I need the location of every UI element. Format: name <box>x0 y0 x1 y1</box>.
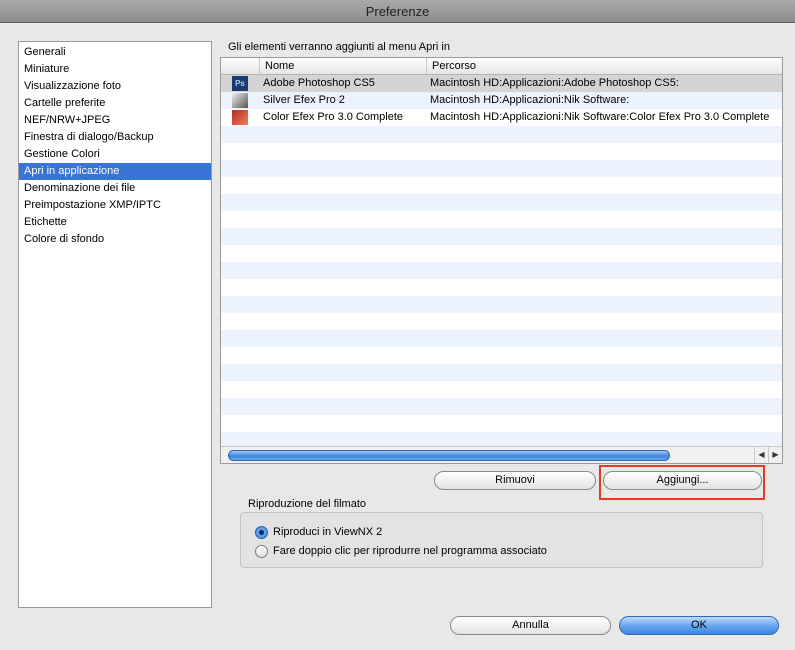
empty-row <box>221 330 782 347</box>
radio-label: Riproduci in ViewNX 2 <box>273 526 383 538</box>
horizontal-scrollbar[interactable]: ◀ ▶ <box>221 446 782 463</box>
scroll-right-arrow-icon[interactable]: ▶ <box>768 447 782 463</box>
empty-row <box>221 160 782 177</box>
empty-row <box>221 398 782 415</box>
playback-group-title: Riproduzione del filmato <box>248 498 367 510</box>
scroll-left-arrow-icon[interactable]: ◀ <box>754 447 768 463</box>
sidebar-item-cartelle-preferite[interactable]: Cartelle preferite <box>19 95 211 112</box>
sidebar-item-colore-sfondo[interactable]: Colore di sfondo <box>19 231 211 248</box>
sidebar-item-etichette[interactable]: Etichette <box>19 214 211 231</box>
row-name: Color Efex Pro 3.0 Complete <box>263 111 404 123</box>
empty-row <box>221 143 782 160</box>
playback-group <box>240 512 763 568</box>
empty-row <box>221 228 782 245</box>
empty-row <box>221 347 782 364</box>
empty-row <box>221 313 782 330</box>
sidebar-item-nef-nrw-jpeg[interactable]: NEF/NRW+JPEG <box>19 112 211 129</box>
remove-button[interactable]: Rimuovi <box>434 471 596 490</box>
row-name: Adobe Photoshop CS5 <box>263 77 375 89</box>
silver-efex-icon <box>232 93 248 108</box>
empty-row <box>221 279 782 296</box>
empty-row <box>221 177 782 194</box>
empty-row <box>221 296 782 313</box>
color-efex-icon <box>232 110 248 125</box>
column-header-name[interactable]: Nome <box>259 58 426 75</box>
sidebar-item-gestione-colori[interactable]: Gestione Colori <box>19 146 211 163</box>
row-name: Silver Efex Pro 2 <box>263 94 345 106</box>
empty-row <box>221 415 782 432</box>
empty-row <box>221 245 782 262</box>
table-row[interactable]: Ps Adobe Photoshop CS5 Macintosh HD:Appl… <box>221 75 782 92</box>
ok-button[interactable]: OK <box>619 616 779 635</box>
sidebar-item-denominazione-file[interactable]: Denominazione dei file <box>19 180 211 197</box>
row-path: Macintosh HD:Applicazioni:Nik Software: <box>430 94 630 106</box>
radio-label: Fare doppio clic per riprodurre nel prog… <box>273 545 547 557</box>
apps-table: Nome Percorso Ps Adobe Photoshop CS5 Mac… <box>220 57 783 464</box>
column-header-icon[interactable] <box>221 58 259 75</box>
row-path: Macintosh HD:Applicazioni:Nik Software:C… <box>430 111 770 123</box>
apps-list-caption: Gli elementi verranno aggiunti al menu A… <box>228 41 450 53</box>
empty-row <box>221 381 782 398</box>
radio-selected-icon[interactable] <box>255 526 268 539</box>
sidebar-item-miniature[interactable]: Miniature <box>19 61 211 78</box>
preferences-sidebar: Generali Miniature Visualizzazione foto … <box>18 41 212 608</box>
column-header-path[interactable]: Percorso <box>426 58 782 75</box>
empty-row <box>221 126 782 143</box>
sidebar-item-generali[interactable]: Generali <box>19 44 211 61</box>
empty-row <box>221 262 782 279</box>
photoshop-icon: Ps <box>232 76 248 91</box>
empty-row <box>221 194 782 211</box>
empty-row <box>221 364 782 381</box>
sidebar-item-apri-in-applicazione[interactable]: Apri in applicazione <box>19 163 211 180</box>
cancel-button[interactable]: Annulla <box>450 616 611 635</box>
table-row[interactable]: Color Efex Pro 3.0 Complete Macintosh HD… <box>221 109 782 126</box>
window-title: Preferenze <box>0 0 795 23</box>
table-rows: Ps Adobe Photoshop CS5 Macintosh HD:Appl… <box>221 75 782 449</box>
radio-unselected-icon[interactable] <box>255 545 268 558</box>
row-path: Macintosh HD:Applicazioni:Adobe Photosho… <box>430 77 679 89</box>
sidebar-item-visualizzazione-foto[interactable]: Visualizzazione foto <box>19 78 211 95</box>
table-header: Nome Percorso <box>221 58 782 75</box>
table-row[interactable]: Silver Efex Pro 2 Macintosh HD:Applicazi… <box>221 92 782 109</box>
sidebar-item-finestra-dialogo-backup[interactable]: Finestra di dialogo/Backup <box>19 129 211 146</box>
empty-row <box>221 211 782 228</box>
scrollbar-thumb[interactable] <box>228 450 670 461</box>
sidebar-item-preimpostazione-xmp-iptc[interactable]: Preimpostazione XMP/IPTC <box>19 197 211 214</box>
add-button-highlight <box>599 465 765 500</box>
